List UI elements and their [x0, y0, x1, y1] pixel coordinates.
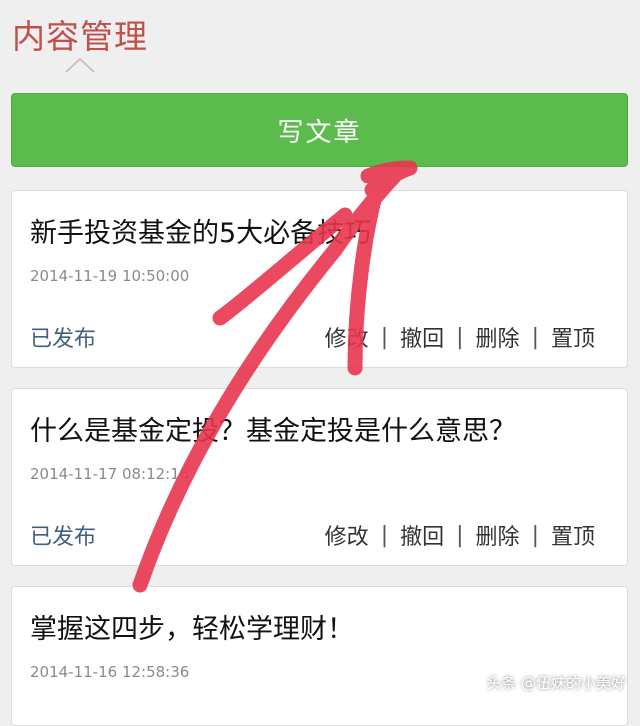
article-card: 掌握这四步，轻松学理财！ 2014-11-16 12:58:36 [11, 586, 628, 726]
chevron-up-icon [65, 57, 95, 73]
separator: | [531, 324, 539, 350]
write-article-button[interactable]: 写文章 [11, 93, 628, 167]
status-label: 已发布 [30, 327, 97, 352]
separator: | [456, 324, 464, 350]
pin-link[interactable]: 置顶 [549, 321, 597, 353]
article-date: 2014-11-16 12:58:36 [30, 663, 190, 681]
withdraw-link[interactable]: 撤回 [398, 321, 446, 353]
article-card: 什么是基金定投？基金定投是什么意思？ 2014-11-17 08:12:16 已… [11, 388, 628, 566]
delete-link[interactable]: 删除 [474, 321, 522, 353]
article-title[interactable]: 什么是基金定投？基金定投是什么意思？ [30, 409, 516, 448]
page-title: 内容管理 [12, 17, 148, 56]
separator: | [380, 324, 389, 350]
header: 内容管理 [0, 0, 640, 82]
article-title[interactable]: 掌握这四步，轻松学理财！ [30, 607, 354, 646]
withdraw-link[interactable]: 撤回 [398, 519, 446, 551]
edit-link[interactable]: 修改 [323, 519, 371, 551]
article-actions: 修改 | 撤回 | 删除 | 置顶 [323, 519, 597, 551]
separator: | [456, 522, 464, 548]
article-title[interactable]: 新手投资基金的5大必备技巧 [30, 211, 371, 250]
delete-link[interactable]: 删除 [474, 519, 522, 551]
annotation-stroke-tip [360, 160, 418, 198]
separator: | [380, 522, 389, 548]
edit-link[interactable]: 修改 [323, 321, 371, 353]
separator: | [531, 522, 539, 548]
article-card: 新手投资基金的5大必备技巧 2014-11-19 10:50:00 已发布 修改… [11, 190, 628, 368]
pin-link[interactable]: 置顶 [549, 519, 597, 551]
watermark: 头条 @伍妹的小美好 [486, 674, 626, 692]
status-label: 已发布 [30, 525, 97, 550]
article-date: 2014-11-17 08:12:16 [30, 465, 190, 483]
article-date: 2014-11-19 10:50:00 [30, 267, 190, 285]
article-actions: 修改 | 撤回 | 删除 | 置顶 [323, 321, 597, 353]
